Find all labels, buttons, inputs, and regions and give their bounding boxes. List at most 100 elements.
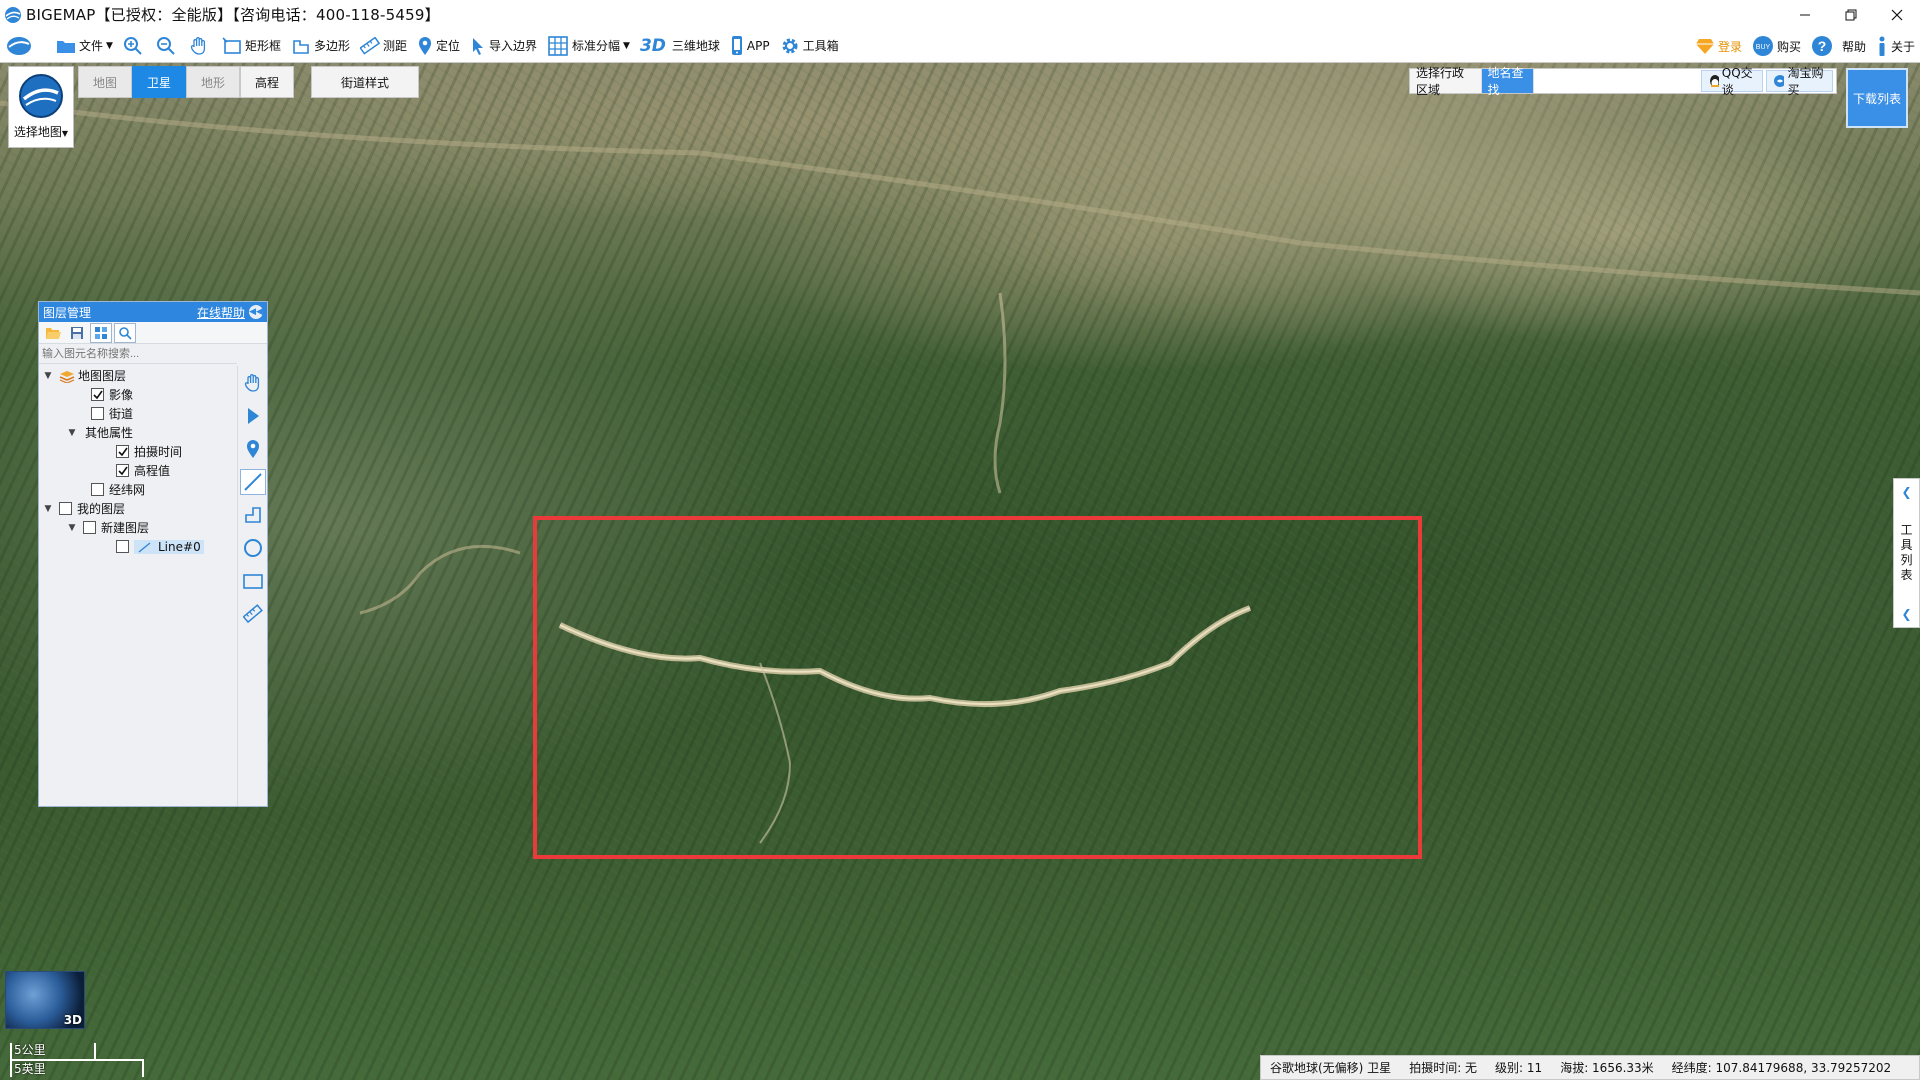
tree-item-streets[interactable]: 街道 xyxy=(39,404,237,423)
place-search-input[interactable] xyxy=(1533,69,1701,93)
selection-rectangle[interactable] xyxy=(533,516,1422,859)
locate-button[interactable]: 定位 xyxy=(412,31,465,61)
open-file-button[interactable] xyxy=(42,323,64,343)
tree-item-my-layers[interactable]: ▼ 我的图层 xyxy=(39,499,237,518)
buy-button[interactable]: BUY 购买 xyxy=(1747,31,1806,61)
rect-select-button[interactable]: 矩形框 xyxy=(217,31,286,61)
collapse-panel-icon[interactable]: ◀◀ xyxy=(249,305,263,319)
tab-terrain[interactable]: 地形 xyxy=(186,66,241,98)
layer-search-button[interactable] xyxy=(114,322,136,343)
tree-label: Line#0 xyxy=(158,539,201,554)
tab-satellite[interactable]: 卫星 xyxy=(132,66,187,98)
measure-button[interactable]: 测距 xyxy=(355,31,412,61)
login-button[interactable]: 登录 xyxy=(1690,31,1747,61)
measure-label: 测距 xyxy=(382,39,407,53)
globe-3d-button[interactable]: 3D 三维地球 xyxy=(635,31,725,61)
scale-km-label: 5公里 xyxy=(14,1043,46,1057)
svg-text:BUY: BUY xyxy=(1756,44,1771,51)
pan-button[interactable] xyxy=(184,31,217,61)
rect-select-label: 矩形框 xyxy=(244,39,281,53)
collapse-arrow-icon[interactable]: ▼ xyxy=(43,504,53,514)
file-menu[interactable]: 文件 ▼ xyxy=(51,31,118,61)
draw-line-tool[interactable] xyxy=(240,469,266,495)
tree-label: 街道 xyxy=(109,407,134,421)
about-label: 关于 xyxy=(1890,39,1915,54)
tree-item-new-layer[interactable]: ▼ 新建图层 xyxy=(39,518,237,537)
qq-penguin-icon xyxy=(1709,75,1719,87)
map-pin-icon xyxy=(247,440,259,458)
scale-mi-label: 5英里 xyxy=(14,1062,46,1076)
tab-map[interactable]: 地图 xyxy=(78,66,133,98)
tree-item-elevation[interactable]: 高程值 xyxy=(39,461,237,480)
tool-list-tab[interactable]: ❮ 工 具 列 表 ❮ xyxy=(1893,478,1920,628)
import-boundary-button[interactable]: 导入边界 xyxy=(465,31,542,61)
online-help-link[interactable]: 在线帮助 xyxy=(197,304,245,321)
qq-chat-button[interactable]: QQ交谈 xyxy=(1700,66,1764,97)
app-label: APP xyxy=(746,38,770,53)
graticule-checkbox[interactable] xyxy=(91,483,104,496)
zoom-in-button[interactable] xyxy=(118,31,151,61)
tree-item-other-attrs[interactable]: ▼ 其他属性 xyxy=(39,423,237,442)
line-item-selected[interactable]: Line#0 xyxy=(134,539,204,554)
streets-checkbox[interactable] xyxy=(91,407,104,420)
minimize-button[interactable] xyxy=(1782,0,1828,29)
tab-elevation[interactable]: 高程 xyxy=(240,66,295,98)
imagery-checkbox[interactable] xyxy=(91,388,104,401)
layer-settings-button[interactable] xyxy=(90,322,112,343)
select-map-button[interactable]: 选择地图▼ xyxy=(8,66,74,148)
draw-tools-column xyxy=(237,366,267,806)
toolbox-button[interactable]: 工具箱 xyxy=(775,31,844,61)
question-icon: ? xyxy=(1811,36,1832,56)
globe-icon xyxy=(19,74,63,118)
zoom-out-button[interactable] xyxy=(151,31,184,61)
tool-list-label: 工 具 列 表 xyxy=(1900,523,1913,582)
tree-item-map-layers[interactable]: ▼ 地图图层 xyxy=(39,366,237,385)
select-map-label: 选择地图▼ xyxy=(13,125,69,139)
line-checkbox[interactable] xyxy=(116,540,129,553)
draw-measure-tool[interactable] xyxy=(240,601,266,627)
my-layers-checkbox[interactable] xyxy=(59,502,72,515)
tree-item-capture-time[interactable]: 拍摄时间 xyxy=(39,442,237,461)
pointer-arrow-icon xyxy=(248,408,259,424)
tree-item-line[interactable]: Line#0 xyxy=(39,537,237,556)
about-button[interactable]: 关于 xyxy=(1871,31,1920,61)
save-button[interactable] xyxy=(66,323,88,343)
draw-pan-tool[interactable] xyxy=(240,370,266,396)
polygon-button[interactable]: 多边形 xyxy=(286,31,355,61)
download-list-button[interactable]: 下载列表 xyxy=(1846,68,1908,128)
help-button[interactable]: ? 帮助 xyxy=(1806,31,1871,61)
mini-3d-label: 3D xyxy=(63,1013,82,1027)
new-layer-checkbox[interactable] xyxy=(83,521,96,534)
app-button[interactable]: APP xyxy=(725,31,775,61)
capture-time-checkbox[interactable] xyxy=(116,445,129,458)
draw-select-tool[interactable] xyxy=(240,403,266,429)
street-style-button[interactable]: 街道样式 xyxy=(311,66,419,98)
status-bar: 谷歌地球(无偏移) 卫星 拍摄时间: 无 级别: 11 海拔: 1656.33米… xyxy=(1260,1055,1920,1080)
app-menu-button[interactable] xyxy=(0,31,43,61)
draw-marker-tool[interactable] xyxy=(240,436,266,462)
close-button[interactable] xyxy=(1874,0,1920,29)
elevation-checkbox[interactable] xyxy=(116,464,129,477)
collapse-arrow-icon[interactable]: ▼ xyxy=(67,428,77,438)
restore-button[interactable] xyxy=(1828,0,1874,29)
tree-item-graticule[interactable]: 经纬网 xyxy=(39,480,237,499)
draw-polygon-tool[interactable] xyxy=(240,502,266,528)
standard-sheet-menu[interactable]: 标准分幅 ▼ xyxy=(542,31,635,61)
draw-rectangle-tool[interactable] xyxy=(240,568,266,594)
collapse-arrow-icon[interactable]: ▼ xyxy=(43,371,53,381)
main-toolbar: 文件 ▼ 矩形框 多边形 测距 定位 导入边界 标准分幅 ▼ 3D 三维地球 A xyxy=(0,29,1920,63)
collapse-arrow-icon[interactable]: ▼ xyxy=(67,523,77,533)
chevron-left-icon: ❮ xyxy=(1901,607,1912,621)
globe-3d-label: 三维地球 xyxy=(671,39,720,53)
tree-item-imagery[interactable]: 影像 xyxy=(39,385,237,404)
taobao-buy-button[interactable]: 淘宝购买 xyxy=(1766,66,1833,97)
draw-circle-tool[interactable] xyxy=(240,535,266,561)
checkmark-icon xyxy=(93,390,103,400)
chevron-down-icon: ▼ xyxy=(106,40,113,51)
zoom-out-icon xyxy=(156,36,175,55)
tab-place-search[interactable]: 地名查找 xyxy=(1481,66,1534,97)
mini-3d-globe[interactable]: 3D xyxy=(5,971,85,1029)
layer-search-input[interactable] xyxy=(39,344,237,364)
polygon-icon xyxy=(293,39,309,54)
tab-select-region[interactable]: 选择行政区域 xyxy=(1410,66,1482,97)
